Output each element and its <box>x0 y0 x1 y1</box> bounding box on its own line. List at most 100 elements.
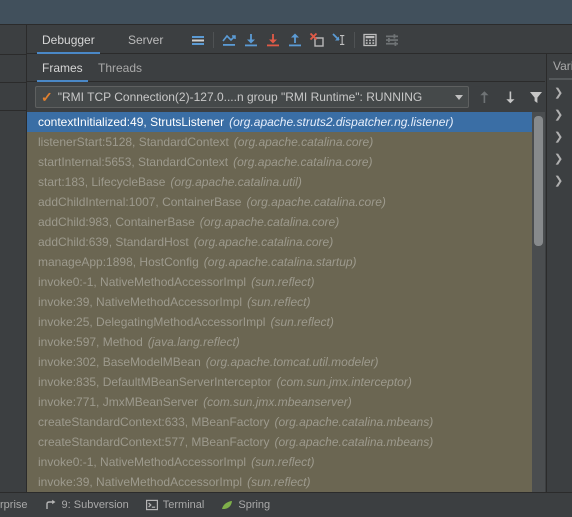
frame-row[interactable]: createStandardContext:577, MBeanFactory (… <box>27 432 545 452</box>
frame-row[interactable]: startInternal:5653, StandardContext (org.… <box>27 152 545 172</box>
frame-row[interactable]: invoke:25, DelegatingMethodAccessorImpl (… <box>27 312 545 332</box>
frame-method: invoke:597, Method <box>38 335 143 349</box>
frame-method: createStandardContext:633, MBeanFactory <box>38 415 270 429</box>
left-tool-gutter[interactable] <box>0 25 27 492</box>
frame-package: (org.apache.catalina.core) <box>199 215 340 229</box>
frame-row[interactable]: invoke0:-1, NativeMethodAccessorImpl (sun… <box>27 452 545 472</box>
frame-method: addChild:983, ContainerBase <box>38 215 195 229</box>
frame-row[interactable]: createStandardContext:633, MBeanFactory (… <box>27 412 545 432</box>
gutter-divider-3 <box>0 110 27 111</box>
frame-row[interactable]: invoke:39, NativeMethodAccessorImpl (sun.… <box>27 292 545 312</box>
frame-row[interactable]: addChild:639, StandardHost (org.apache.ca… <box>27 232 545 252</box>
status-spring-label: Spring <box>238 499 271 511</box>
tab-server-label: Server <box>128 32 164 47</box>
frame-row[interactable]: start:183, LifecycleBase (org.apache.cata… <box>27 172 545 192</box>
variables-title-underline <box>549 78 572 80</box>
mute-breakpoints-icon[interactable] <box>187 25 209 54</box>
chevron-down-icon <box>455 94 463 100</box>
frames-threads-tab-bar: Frames Threads <box>27 54 545 82</box>
frame-package: (java.lang.reflect) <box>147 335 240 349</box>
frames-list[interactable]: contextInitialized:49, StrutsListener (or… <box>27 112 545 492</box>
variables-row-2[interactable]: ❯ <box>547 104 572 126</box>
gutter-divider-1 <box>0 54 27 55</box>
frame-row[interactable]: invoke:39, NativeMethodAccessorImpl (sun.… <box>27 472 545 492</box>
frame-package: (org.apache.catalina.mbeans) <box>274 415 434 429</box>
status-terminal[interactable]: Terminal <box>145 499 205 511</box>
frame-row[interactable]: contextInitialized:49, StrutsListener (or… <box>27 112 545 132</box>
frame-package: (org.apache.catalina.core) <box>246 195 386 209</box>
spring-leaf-icon <box>221 499 233 511</box>
frame-row[interactable]: invoke:597, Method (java.lang.reflect) <box>27 332 545 352</box>
frame-row[interactable]: invoke:302, BaseModelMBean (org.apache.to… <box>27 352 545 372</box>
variables-row-5[interactable]: ❯ <box>547 170 572 192</box>
evaluate-expression-icon[interactable] <box>359 25 381 54</box>
debugger-window: Debugger Server Frames Threads ✓ "RMI TC… <box>0 0 572 517</box>
chevron-right-icon: ❯ <box>554 108 564 121</box>
frame-package: (org.apache.catalina.startup) <box>203 255 357 269</box>
frame-method: invoke0:-1, NativeMethodAccessorImpl <box>38 275 247 289</box>
frames-scrollbar-thumb[interactable] <box>534 116 543 246</box>
debugger-toolbar <box>187 25 403 54</box>
toolbar-divider-2 <box>354 31 355 48</box>
force-step-into-icon[interactable] <box>262 25 284 54</box>
frames-panel: ✓ "RMI TCP Connection(2)-127.0....n grou… <box>27 82 545 492</box>
frame-package: (sun.reflect) <box>251 455 315 469</box>
status-subversion[interactable]: 9: Subversion <box>45 499 129 511</box>
frames-scrollbar-track[interactable] <box>532 112 545 492</box>
frame-row[interactable]: addChildInternal:1007, ContainerBase (org… <box>27 192 545 212</box>
frame-package: (org.apache.catalina.core) <box>233 155 373 169</box>
status-enterprise[interactable]: rprise <box>0 499 28 511</box>
thread-selector-dropdown[interactable]: ✓ "RMI TCP Connection(2)-127.0....n grou… <box>35 86 469 108</box>
frame-row[interactable]: manageApp:1898, HostConfig (org.apache.ca… <box>27 252 545 272</box>
gutter-divider-2 <box>0 82 27 83</box>
frame-method: addChildInternal:1007, ContainerBase <box>38 195 242 209</box>
frame-method: contextInitialized:49, StrutsListener <box>38 115 225 129</box>
frame-method: invoke:302, BaseModelMBean <box>38 355 201 369</box>
frame-up-button[interactable] <box>475 88 493 106</box>
variables-row-1[interactable]: ❯ <box>547 82 572 104</box>
status-terminal-label: Terminal <box>162 499 205 511</box>
variables-row-4[interactable]: ❯ <box>547 148 572 170</box>
subtab-threads[interactable]: Threads <box>89 54 151 82</box>
step-out-icon[interactable] <box>284 25 306 54</box>
frame-package: (sun.reflect) <box>247 475 311 489</box>
terminal-icon <box>145 499 158 511</box>
debugger-tab-bar: Debugger Server <box>27 25 572 54</box>
drop-frame-icon[interactable] <box>306 25 328 54</box>
chevron-right-icon: ❯ <box>554 130 564 143</box>
frame-method: createStandardContext:577, MBeanFactory <box>38 435 270 449</box>
step-over-icon[interactable] <box>218 25 240 54</box>
tab-debugger[interactable]: Debugger <box>33 25 104 54</box>
variables-row-3[interactable]: ❯ <box>547 126 572 148</box>
variables-panel-title[interactable]: Variables <box>547 54 572 78</box>
frame-package: (org.apache.tomcat.util.modeler) <box>205 355 379 369</box>
chevron-right-icon: ❯ <box>554 86 564 99</box>
arrow-down-icon <box>505 91 514 103</box>
vcs-icon <box>45 499 57 511</box>
frame-row[interactable]: invoke:835, DefaultMBeanServerIntercepto… <box>27 372 545 392</box>
frame-package: (com.sun.jmx.mbeanserver) <box>203 395 352 409</box>
settings-layout-icon[interactable] <box>381 25 403 54</box>
subtab-threads-label: Threads <box>98 61 143 75</box>
editor-area-strip <box>0 0 572 25</box>
tab-server[interactable]: Server <box>119 25 172 54</box>
frame-row[interactable]: invoke:771, JmxMBeanServer (com.sun.jmx.m… <box>27 392 545 412</box>
frame-method: startInternal:5653, StandardContext <box>38 155 229 169</box>
frame-package: (org.apache.catalina.mbeans) <box>274 435 434 449</box>
frame-method: addChild:639, StandardHost <box>38 235 189 249</box>
chevron-right-icon: ❯ <box>554 174 564 187</box>
frame-row[interactable]: listenerStart:5128, StandardContext (org.… <box>27 132 545 152</box>
subtab-frames[interactable]: Frames <box>33 54 92 82</box>
status-bar: rprise 9: Subversion Terminal Spring <box>0 492 572 517</box>
frame-row[interactable]: invoke0:-1, NativeMethodAccessorImpl (sun… <box>27 272 545 292</box>
subtab-frames-label: Frames <box>42 61 83 75</box>
toolbar-divider-1 <box>213 31 214 48</box>
frame-down-button[interactable] <box>501 88 519 106</box>
step-into-icon[interactable] <box>240 25 262 54</box>
status-spring[interactable]: Spring <box>221 499 270 511</box>
frame-filter-button[interactable] <box>527 88 545 106</box>
run-to-cursor-icon[interactable] <box>328 25 350 54</box>
frame-package: (sun.reflect) <box>251 275 315 289</box>
frame-row[interactable]: addChild:983, ContainerBase (org.apache.c… <box>27 212 545 232</box>
frame-method: invoke:835, DefaultMBeanServerIntercepto… <box>38 375 272 389</box>
